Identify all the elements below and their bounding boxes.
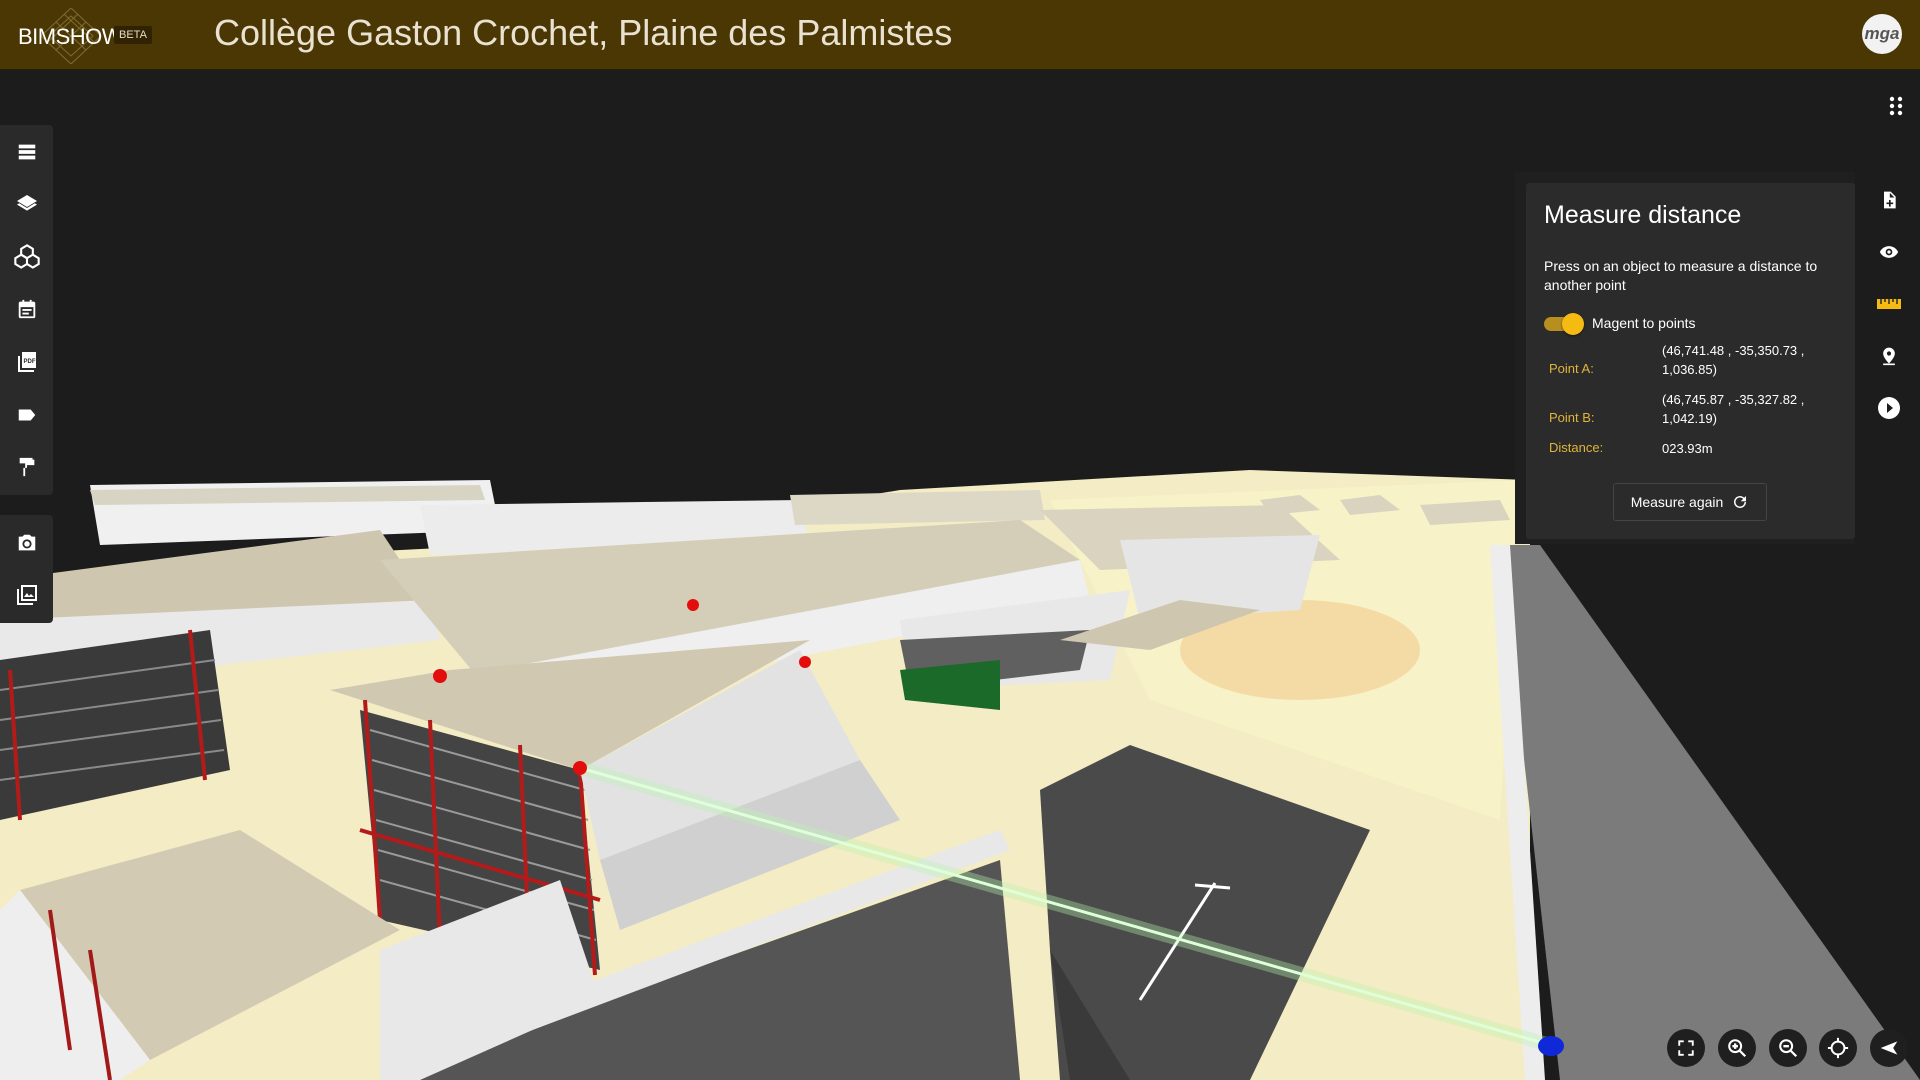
measure-again-label: Measure again [1630, 494, 1724, 510]
distance-label: Distance: [1549, 440, 1604, 455]
distance-value: 023.93m [1662, 441, 1713, 456]
eye-icon [1879, 246, 1899, 258]
left-toolbar-media [0, 515, 53, 623]
label-icon [18, 409, 36, 421]
layers-icon [17, 195, 37, 211]
measure-panel: Measure distance Press on an object to m… [1526, 183, 1855, 539]
measure-description: Press on an object to measure a distance… [1544, 258, 1818, 293]
fullscreen-button[interactable] [1667, 1029, 1705, 1067]
right-toolbar [1862, 175, 1920, 445]
camera-icon [18, 534, 36, 551]
visibility-button[interactable] [1872, 235, 1906, 269]
camera-button[interactable] [11, 527, 43, 559]
location-button[interactable] [1872, 339, 1906, 373]
pdf-button[interactable]: PDF [11, 346, 43, 378]
measure-title: Measure distance [1544, 201, 1742, 229]
collapse-arrow-icon [1880, 1041, 1898, 1055]
add-document-icon [1884, 191, 1896, 209]
cubes-icon [14, 244, 40, 269]
zoom-out-button[interactable] [1769, 1029, 1807, 1067]
ruler-icon [1877, 299, 1901, 309]
point-a-label: Point A: [1549, 361, 1594, 376]
svg-text:PDF: PDF [24, 359, 36, 365]
cubes-button[interactable] [11, 241, 43, 273]
add-document-button[interactable] [1872, 183, 1906, 217]
avatar[interactable]: mga [1862, 14, 1902, 54]
page-title: Collège Gaston Crochet, Plaine des Palmi… [214, 12, 953, 53]
location-pin-icon [1883, 347, 1895, 366]
left-toolbar: PDF [0, 125, 53, 495]
recenter-button[interactable] [1819, 1029, 1857, 1067]
label-button[interactable] [11, 399, 43, 431]
collapse-controls-button[interactable] [1870, 1029, 1908, 1067]
point-a-value: (46,741.48 , -35,350.73 , 1,036.85) [1662, 343, 1805, 377]
refresh-icon [1734, 496, 1747, 509]
zoom-in-icon [1728, 1039, 1747, 1058]
magnet-toggle[interactable] [1544, 313, 1584, 335]
calendar-icon [18, 299, 36, 319]
zoom-in-button[interactable] [1718, 1029, 1756, 1067]
paint-roller-icon [19, 457, 35, 477]
point-b-label: Point B: [1549, 410, 1595, 425]
toggle-knob [1562, 313, 1584, 335]
apps-menu-button[interactable] [1882, 92, 1910, 120]
measure-again-button[interactable]: Measure again [1613, 483, 1767, 521]
gallery-button[interactable] [11, 579, 43, 611]
beta-badge: BETA [114, 26, 152, 44]
crosshair-icon [1827, 1037, 1849, 1059]
bimshow-logo[interactable]: BIMSHOW BETA [12, 6, 162, 64]
magnet-toggle-label: Magent to points [1592, 315, 1696, 331]
layers-button[interactable] [11, 188, 43, 220]
list-icon [18, 144, 36, 160]
fullscreen-icon [1678, 1040, 1694, 1056]
paint-roller-button[interactable] [11, 451, 43, 483]
top-bar: BIMSHOW BETA Collège Gaston Crochet, Pla… [0, 0, 1920, 70]
gallery-icon [17, 585, 37, 605]
play-button[interactable] [1872, 391, 1906, 425]
pdf-icon: PDF [18, 352, 36, 372]
point-b-value: (46,745.87 , -35,327.82 , 1,042.19) [1662, 392, 1805, 426]
measure-tool-button[interactable] [1872, 287, 1906, 321]
play-icon [1878, 397, 1900, 419]
grid-dots-icon [1889, 96, 1903, 116]
zoom-out-icon [1779, 1039, 1798, 1058]
list-button[interactable] [11, 136, 43, 168]
logo-text: BIMSHOW [18, 24, 123, 49]
calendar-button[interactable] [11, 293, 43, 325]
